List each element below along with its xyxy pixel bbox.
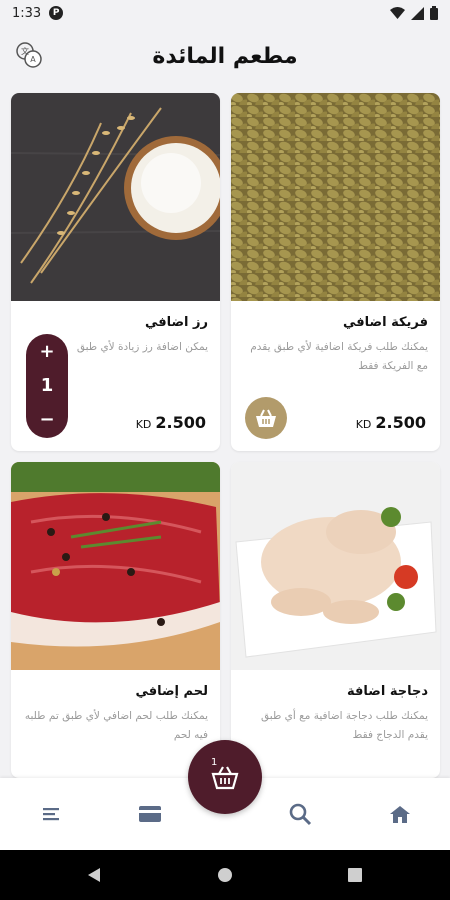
product-card-chicken[interactable]: دجاجة اضافة يمكنك طلب دجاجة اضافية مع أي… [231,462,440,778]
home-icon [390,806,410,823]
svg-text:文: 文 [21,46,29,56]
product-name: لحم إضافي [135,684,208,699]
rice-image [11,93,220,301]
svg-text:A: A [30,55,36,64]
product-price: KD 2.500 [136,413,206,432]
freekeh-image [231,93,440,301]
quantity-stepper[interactable]: + 1 − [26,334,68,438]
quantity-value: 1 [40,375,54,396]
status-icons [390,6,438,20]
product-name: رز اضافي [144,315,208,330]
nav-home[interactable] [386,800,414,828]
system-navigation-bar [0,850,450,900]
product-description: يمكنك طلب دجاجة اضافية مع أي طبق يقدم ال… [261,710,428,741]
page-title: مطعم المائدة [152,43,298,69]
price-value: 2.500 [375,413,426,432]
increment-button[interactable]: + [39,342,54,362]
nav-payment[interactable] [136,800,164,828]
currency: KD [355,418,372,431]
add-to-cart-button[interactable] [245,397,287,439]
chicken-image [231,462,440,670]
battery-icon [430,6,438,20]
price-value: 2.500 [155,413,206,432]
product-price: KD 2.500 [356,413,426,432]
signal-icon [411,6,424,20]
basket-icon [256,409,276,427]
app-header: 文 A مطعم المائدة [0,26,450,86]
back-icon[interactable] [86,867,102,883]
product-card-freekeh[interactable]: فريكة اضافي يمكنك طلب فريكة اضافية لأي ط… [231,93,440,451]
meat-image [11,462,220,670]
product-description: يمكنك طلب فريكة اضافية لأي طبق يقدم مع ا… [250,341,428,372]
status-time: 1:33 [12,5,42,21]
decrement-button[interactable]: − [39,410,54,430]
currency: KD [135,418,152,431]
product-name: فريكة اضافي [342,315,428,330]
notification-icon: P [49,6,64,20]
nav-menu[interactable] [37,800,65,828]
product-name: دجاجة اضافة [347,684,428,699]
menu-icon [43,808,59,821]
product-card-meat[interactable]: لحم إضافي يمكنك طلب لحم اضافي لأي طبق تم… [11,462,220,778]
credit-card-icon [139,806,161,822]
status-bar: 1:33 P [0,0,450,26]
wifi-icon [390,6,405,19]
cart-button[interactable]: 1 [188,740,262,814]
translate-icon: 文 A [16,42,42,68]
nav-search[interactable] [286,800,314,828]
product-description: يمكنك طلب لحم اضافي لأي طبق تم طلبه فيه … [24,710,208,741]
search-icon [289,803,312,826]
home-circle-icon[interactable] [217,867,233,883]
cart-count: 1 [211,757,218,768]
translate-button[interactable]: 文 A [14,40,44,70]
recents-icon[interactable] [348,868,362,882]
